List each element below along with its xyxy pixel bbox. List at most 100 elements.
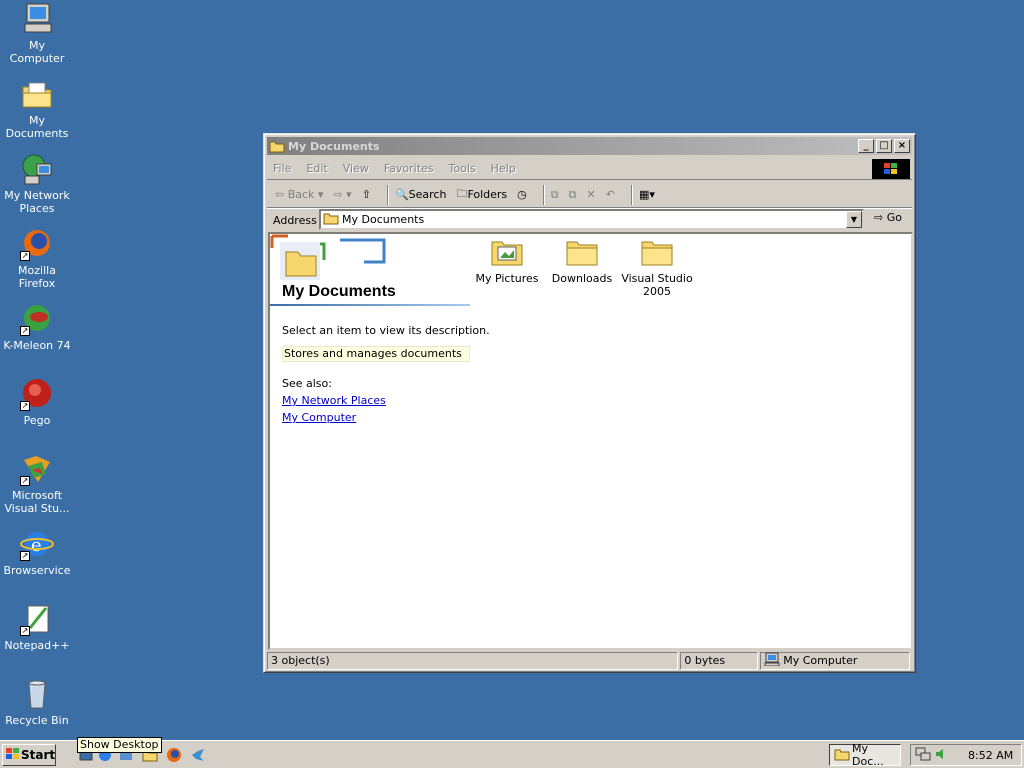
menu-view[interactable]: View: [343, 162, 369, 175]
folder-item-visual-studio-2005[interactable]: Visual Studio 2005: [620, 238, 694, 298]
taskbar-button-my-documents[interactable]: My Doc...: [829, 742, 901, 768]
address-dropdown-button[interactable]: ▼: [846, 211, 862, 228]
desktop-icon-browservice[interactable]: e ↗ Browservice: [0, 527, 74, 577]
menu-bar: File Edit View Favorites Tools Help: [267, 158, 912, 180]
network-places-icon: [20, 152, 54, 186]
pego-icon: ↗: [20, 377, 54, 411]
go-label: Go: [886, 211, 902, 224]
back-button[interactable]: ⇦ Back ▾: [275, 188, 323, 201]
desktop-icon-label: My Documents: [5, 114, 69, 140]
back-label: Back: [287, 188, 315, 201]
clock: 8:52 AM: [968, 748, 1014, 762]
close-button[interactable]: ×: [894, 139, 910, 153]
visual-studio-icon: ↗: [20, 452, 54, 486]
desktop-icon-label: Microsoft Visual Stu...: [4, 489, 70, 515]
web-view-header: My Documents: [270, 234, 470, 306]
volume-tray-icon[interactable]: [934, 746, 948, 765]
up-folder-icon: ⇧: [361, 188, 371, 201]
go-button[interactable]: ⇨ Go: [874, 211, 902, 224]
desktop-icon-my-computer[interactable]: My Computer: [0, 2, 74, 65]
up-folder-button[interactable]: ⇧: [362, 188, 371, 201]
desktop-icon-kmeleon[interactable]: ↗ K-Meleon 74: [0, 302, 74, 352]
forward-button[interactable]: ⇨ ▾: [333, 188, 351, 201]
taskbar-button-label: My Doc...: [852, 742, 884, 768]
folder-item-label: Downloads: [551, 272, 613, 285]
start-label: Start: [21, 748, 56, 762]
menu-edit[interactable]: Edit: [306, 162, 327, 175]
desktop-icon-notepadpp[interactable]: ↗ Notepad++: [0, 602, 74, 652]
visual-studio-quicklaunch-icon[interactable]: [190, 747, 206, 763]
search-icon: 🔍: [394, 188, 409, 201]
standard-toolbar: ⇦ Back ▾ ⇨ ▾ ⇧ 🔍 Search 🗀 Folders ◷ ⧉ ⧉ …: [267, 182, 912, 208]
system-tray: 8:52 AM: [910, 744, 1022, 766]
desktop-icon-visual-studio[interactable]: ↗ Microsoft Visual Stu...: [0, 452, 74, 515]
status-zone-label: My Computer: [783, 654, 858, 667]
folder-banner-icon: [270, 234, 386, 280]
shortcut-arrow-icon: ↗: [20, 551, 30, 561]
kmeleon-icon: ↗: [20, 302, 54, 336]
start-button[interactable]: Start: [2, 744, 56, 766]
address-value: My Documents: [342, 213, 425, 226]
desktop-icon-label: My Network Places: [4, 189, 70, 215]
folder-view: My Documents Select an item to view its …: [268, 232, 913, 650]
documents-folder-icon: [20, 77, 54, 111]
firefox-icon: ↗: [20, 227, 54, 261]
menu-favorites[interactable]: Favorites: [384, 162, 434, 175]
history-button[interactable]: ◷: [517, 188, 527, 201]
folder-item-label: Visual Studio 2005: [621, 272, 693, 298]
shortcut-arrow-icon: ↗: [20, 476, 30, 486]
desktop-icon-pego[interactable]: ↗ Pego: [0, 377, 74, 427]
windows-flag-icon: [5, 747, 21, 764]
folder-item-my-pictures[interactable]: My Pictures: [470, 238, 544, 285]
minimize-button[interactable]: _: [858, 139, 874, 153]
link-my-computer[interactable]: My Computer: [282, 411, 356, 424]
desktop-icon-recycle-bin[interactable]: Recycle Bin: [0, 677, 74, 727]
shortcut-arrow-icon: ↗: [20, 626, 30, 636]
copy-to-icon: ⧉: [568, 187, 577, 201]
firefox-quicklaunch-icon[interactable]: [166, 747, 182, 763]
search-button[interactable]: 🔍 Search: [395, 188, 447, 201]
show-desktop-tooltip: Show Desktop: [77, 737, 162, 753]
computer-icon: [20, 2, 54, 36]
undo-button[interactable]: ↶: [606, 188, 615, 201]
window-titlebar[interactable]: My Documents _ □ ×: [267, 137, 912, 155]
menu-help[interactable]: Help: [491, 162, 516, 175]
status-bar: 3 object(s) 0 bytes My Computer: [267, 652, 912, 670]
address-input[interactable]: My Documents ▼: [319, 209, 864, 230]
views-grid-icon: ▦▾: [638, 188, 655, 201]
folder-item-downloads[interactable]: Downloads: [545, 238, 619, 285]
chevron-down-icon: ▾: [314, 188, 324, 201]
folder-description: Stores and manages documents: [282, 346, 470, 362]
panel-divider: [270, 304, 470, 306]
desktop-icon-network-places[interactable]: My Network Places: [0, 152, 74, 215]
desktop-icon-firefox[interactable]: ↗ Mozilla Firefox: [0, 227, 74, 290]
maximize-button[interactable]: □: [876, 139, 892, 153]
desktop-icon-label: Recycle Bin: [5, 714, 69, 727]
views-button[interactable]: ▦▾: [639, 188, 655, 201]
move-to-icon: ⧉: [550, 187, 559, 201]
windows-logo-icon: [872, 159, 910, 179]
toolbar-separator: [542, 184, 545, 205]
menu-tools[interactable]: Tools: [449, 162, 476, 175]
address-label: Address: [273, 213, 317, 227]
move-to-button[interactable]: ⧉: [551, 188, 559, 202]
desktop-icon-label: Mozilla Firefox: [18, 264, 56, 290]
folder-icon: [834, 747, 850, 764]
desktop-icon-label: My Computer: [9, 39, 65, 65]
select-item-prompt: Select an item to view its description.: [282, 324, 490, 337]
shortcut-arrow-icon: ↗: [20, 326, 30, 336]
folders-button[interactable]: 🗀 Folders: [456, 185, 507, 204]
desktop-icon-label: Notepad++: [4, 639, 70, 652]
delete-button[interactable]: ✕: [587, 188, 596, 201]
status-zone: My Computer: [760, 652, 910, 670]
back-arrow-icon: ⇦: [275, 188, 288, 201]
copy-to-button[interactable]: ⧉: [569, 188, 577, 202]
browser-icon: e ↗: [20, 527, 54, 561]
folder-icon: [323, 212, 339, 228]
folder-item-label: My Pictures: [475, 272, 539, 285]
desktop-icon-my-documents[interactable]: My Documents: [0, 77, 74, 140]
network-tray-icon[interactable]: [915, 746, 931, 765]
link-my-network-places[interactable]: My Network Places: [282, 394, 386, 407]
desktop-icon-label: K-Meleon 74: [3, 339, 71, 352]
menu-file[interactable]: File: [273, 162, 291, 175]
